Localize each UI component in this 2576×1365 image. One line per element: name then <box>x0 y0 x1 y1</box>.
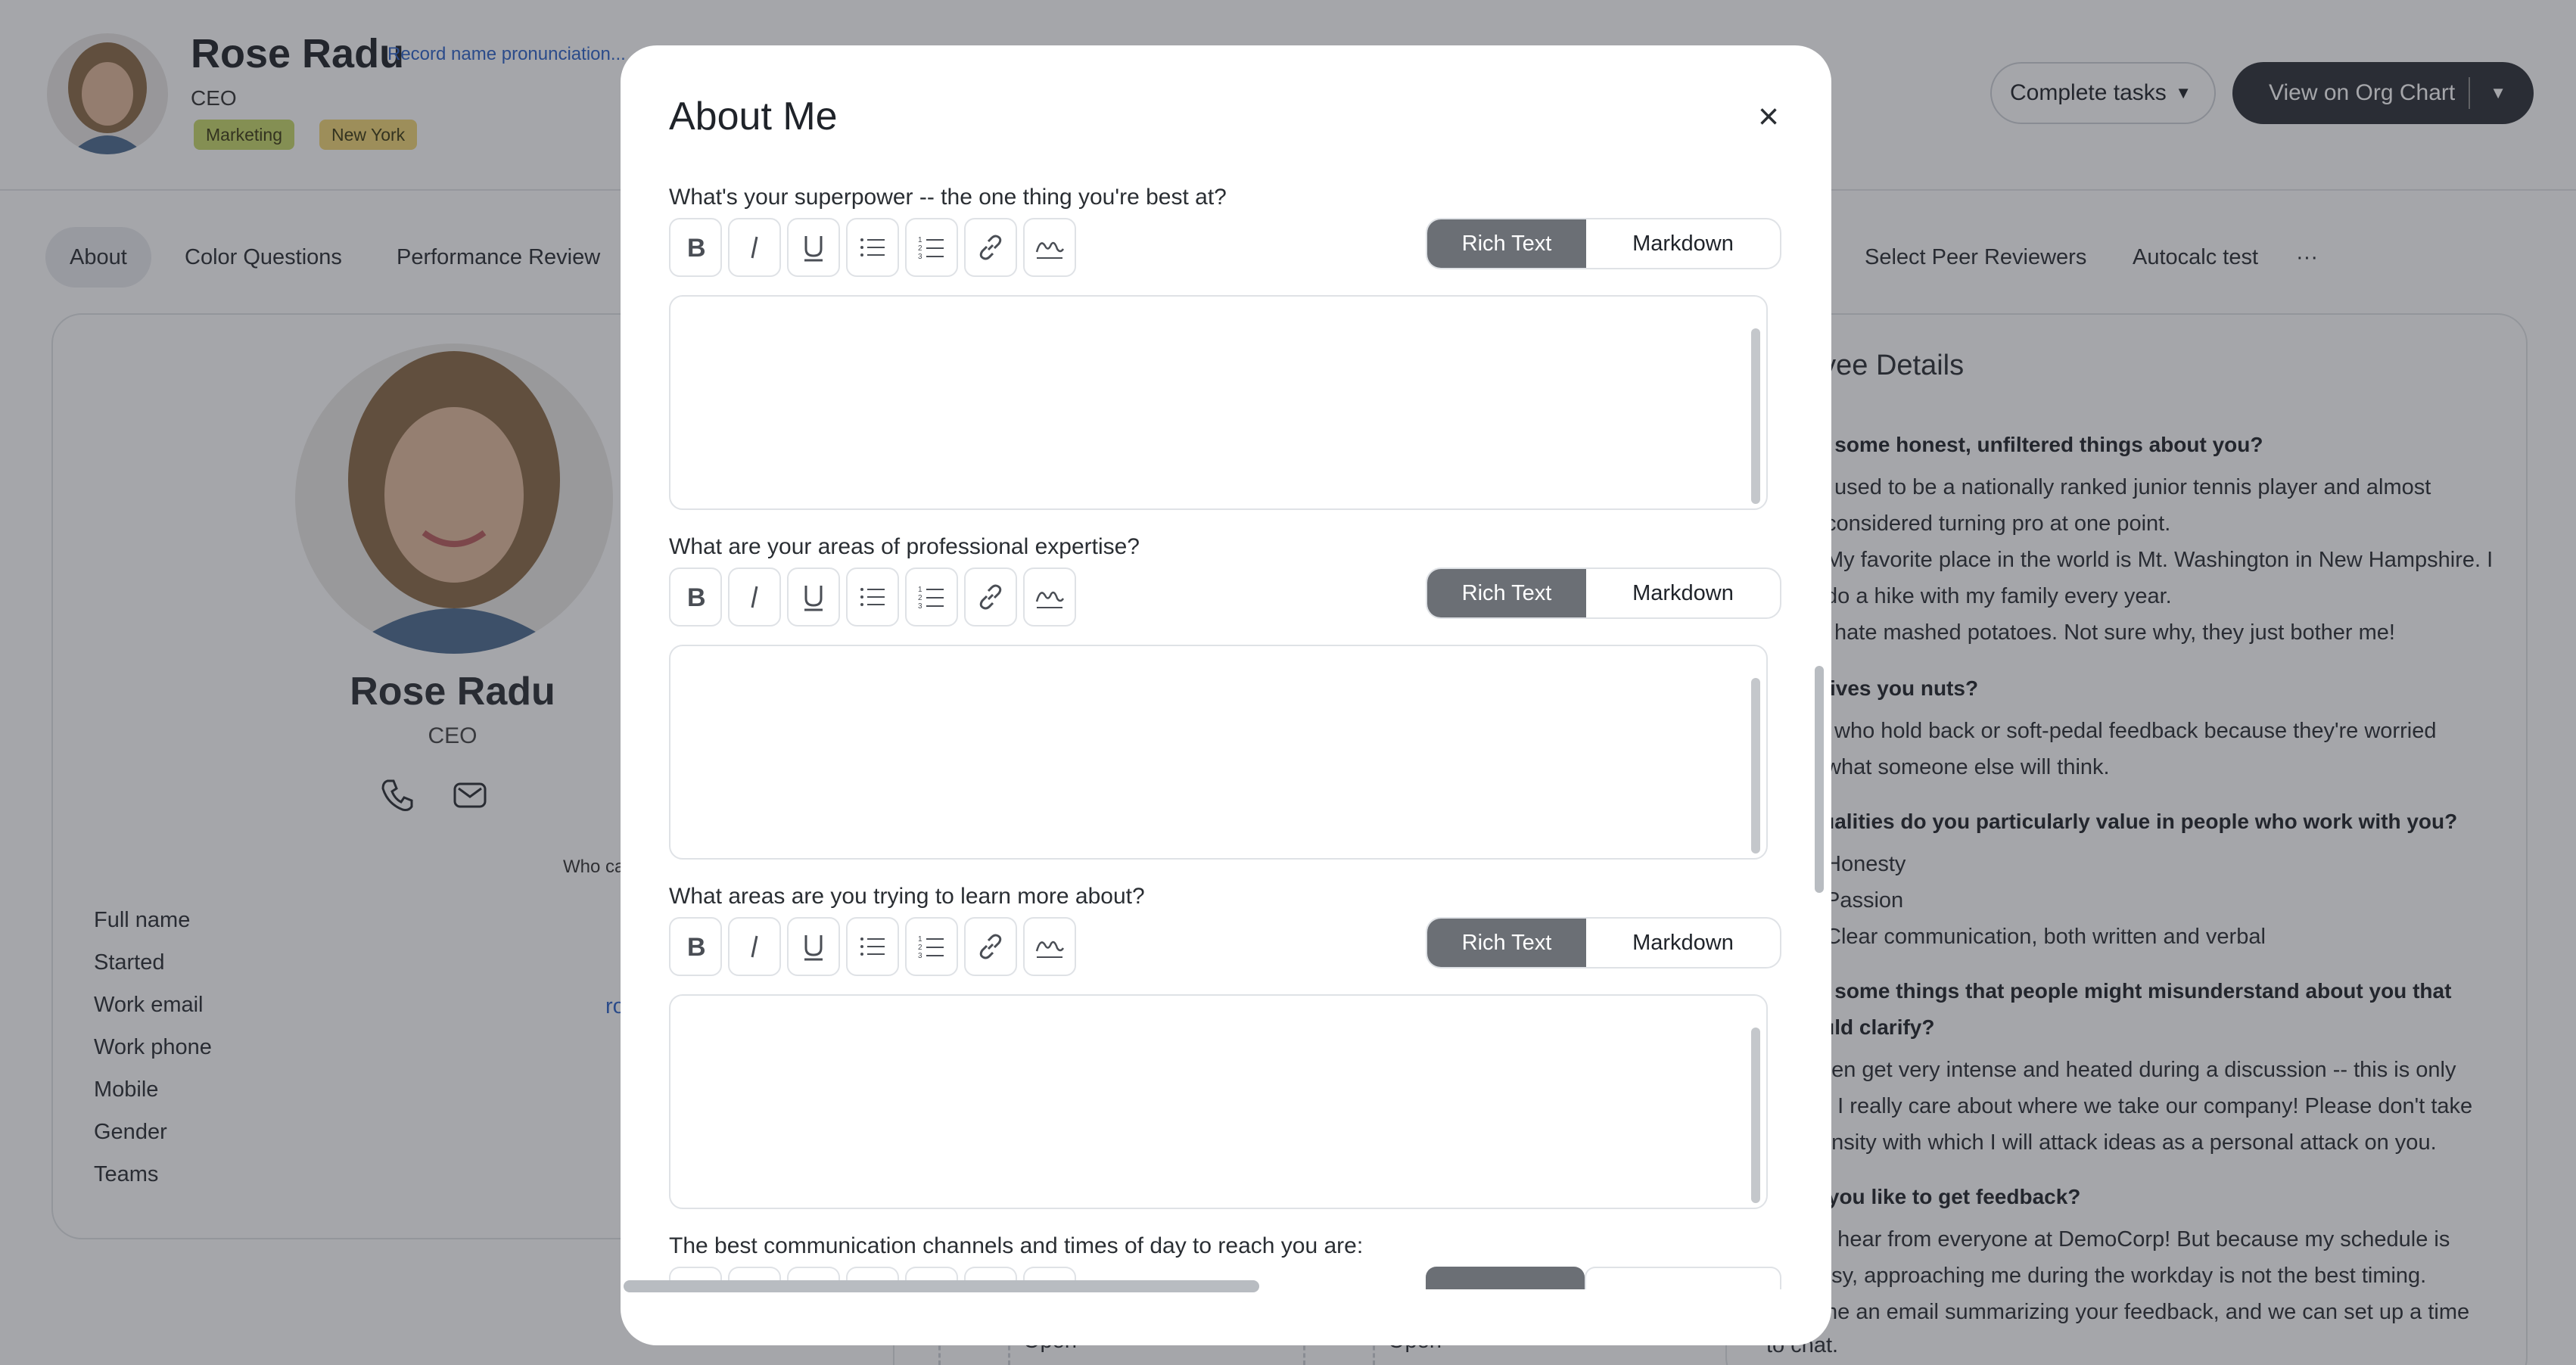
question-label: The best communication channels and time… <box>669 1233 1364 1258</box>
question-label: What's your superpower -- the one thing … <box>669 185 1227 210</box>
link-icon[interactable] <box>964 567 1017 627</box>
underline-icon[interactable] <box>787 917 840 976</box>
link-icon[interactable] <box>964 218 1017 277</box>
modal-title: About Me <box>669 95 838 138</box>
question-label: What areas are you trying to learn more … <box>669 884 1145 909</box>
bold-icon[interactable]: B <box>669 567 722 627</box>
markdown-tab[interactable]: Markdown <box>1586 919 1780 967</box>
signature-icon[interactable] <box>1023 218 1076 277</box>
svg-text:B: B <box>687 583 706 612</box>
italic-icon[interactable] <box>728 917 781 976</box>
link-icon[interactable] <box>964 917 1017 976</box>
superpower-editor[interactable] <box>669 295 1768 510</box>
svg-text:3: 3 <box>918 602 922 611</box>
svg-text:1: 1 <box>918 586 922 594</box>
numbered-list-icon[interactable]: 123 <box>905 917 958 976</box>
svg-text:1: 1 <box>918 236 922 244</box>
editor-mode-toggle: Rich Text Markdown <box>1426 917 1781 969</box>
about-me-modal: About Me × What's your superpower -- the… <box>621 45 1831 1345</box>
markdown-tab[interactable]: Markdown <box>1586 569 1780 617</box>
editor-scrollbar[interactable] <box>1751 328 1760 504</box>
underline-icon[interactable] <box>787 567 840 627</box>
svg-text:1: 1 <box>918 935 922 944</box>
markdown-tab[interactable] <box>1585 1267 1781 1289</box>
markdown-tab[interactable]: Markdown <box>1586 219 1780 268</box>
underline-icon[interactable] <box>787 218 840 277</box>
editor-scrollbar[interactable] <box>1751 1028 1760 1203</box>
question-label: What are your areas of professional expe… <box>669 534 1140 559</box>
bulleted-list-icon[interactable] <box>846 218 899 277</box>
editor-scrollbar[interactable] <box>1751 678 1760 854</box>
bulleted-list-icon[interactable] <box>846 567 899 627</box>
rich-text-tab[interactable] <box>1426 1267 1585 1289</box>
modal-horizontal-scrollbar[interactable] <box>624 1280 1259 1292</box>
svg-text:3: 3 <box>918 952 922 960</box>
italic-icon[interactable] <box>728 218 781 277</box>
learning-editor[interactable] <box>669 994 1768 1209</box>
expertise-editor[interactable] <box>669 645 1768 860</box>
svg-text:2: 2 <box>918 594 922 602</box>
svg-text:B: B <box>687 933 706 962</box>
editor-mode-toggle: Rich Text Markdown <box>1426 218 1781 269</box>
editor-mode-toggle: Rich Text Markdown <box>1426 567 1781 619</box>
svg-text:B: B <box>687 234 706 263</box>
rich-text-tab[interactable]: Rich Text <box>1427 569 1586 617</box>
numbered-list-icon[interactable]: 123 <box>905 218 958 277</box>
svg-text:2: 2 <box>918 944 922 952</box>
bold-icon[interactable]: B <box>669 218 722 277</box>
svg-text:3: 3 <box>918 253 922 261</box>
close-icon[interactable]: × <box>1745 94 1792 141</box>
bold-icon[interactable]: B <box>669 917 722 976</box>
signature-icon[interactable] <box>1023 917 1076 976</box>
rich-text-tab[interactable]: Rich Text <box>1427 219 1586 268</box>
modal-vertical-scrollbar[interactable] <box>1815 666 1824 893</box>
rich-text-tab[interactable]: Rich Text <box>1427 919 1586 967</box>
signature-icon[interactable] <box>1023 567 1076 627</box>
bulleted-list-icon[interactable] <box>846 917 899 976</box>
svg-text:2: 2 <box>918 244 922 253</box>
italic-icon[interactable] <box>728 567 781 627</box>
numbered-list-icon[interactable]: 123 <box>905 567 958 627</box>
